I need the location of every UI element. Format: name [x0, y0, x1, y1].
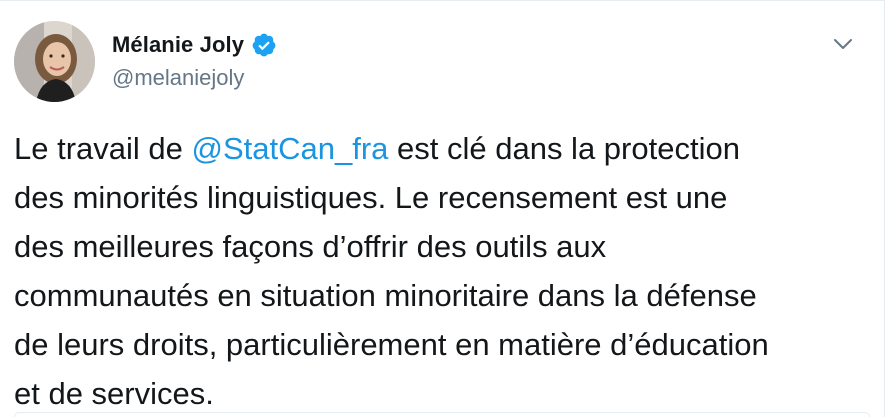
- author-display-name[interactable]: Mélanie Joly: [112, 32, 244, 58]
- tweet-text-before: Le travail de: [14, 131, 192, 166]
- tweet-menu-button[interactable]: [830, 31, 856, 57]
- tweet-text-after: est clé dans la protection des minorités…: [14, 131, 769, 411]
- verified-badge-icon: [251, 32, 277, 58]
- author-handle[interactable]: @melaniejoly: [112, 65, 277, 91]
- chevron-down-icon: [834, 39, 852, 49]
- author-avatar[interactable]: [14, 21, 95, 102]
- author-info: Mélanie Joly @melaniejoly: [112, 31, 277, 91]
- author-name-row: Mélanie Joly: [112, 31, 277, 59]
- tweet-card: Mélanie Joly @melaniejoly Le travail de …: [0, 0, 885, 417]
- mention-link[interactable]: @StatCan_fra: [192, 131, 389, 166]
- avatar-image: [14, 21, 95, 102]
- tweet-text: Le travail de @StatCan_fra est clé dans …: [14, 124, 874, 418]
- embedded-card-edge: [14, 412, 870, 417]
